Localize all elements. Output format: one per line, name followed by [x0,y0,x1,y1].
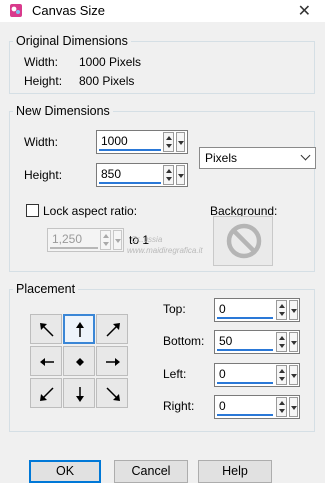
top-input[interactable]: 0 [219,302,226,316]
top-dropdown[interactable] [289,300,298,320]
aspect-ratio-input[interactable]: 1,250 [52,232,82,246]
height-input[interactable]: 850 [101,167,121,181]
chevron-down-icon [300,150,311,161]
aspect-ratio-spinbox[interactable]: 1,250 [47,228,124,252]
top-spinbox[interactable]: 0 [214,298,300,322]
bottom-label: Bottom: [163,334,205,348]
app-icon [10,4,22,17]
anchor-bottom-center-button[interactable] [63,378,95,408]
original-width-value: 1000 Pixels [79,55,142,69]
arrow-left-icon [40,358,54,366]
right-stepper[interactable] [276,397,287,417]
anchor-bottom-right-button[interactable] [96,378,128,408]
height-stepper[interactable] [163,165,174,185]
arrow-right-icon [106,358,120,366]
units-value: Pixels [205,151,238,165]
bottom-dropdown[interactable] [289,332,298,352]
top-stepper[interactable] [276,300,287,320]
anchor-top-right-button[interactable] [96,314,128,344]
anchor-bottom-left-button[interactable] [30,378,62,408]
right-dropdown[interactable] [289,397,298,417]
bottom-stepper[interactable] [276,332,287,352]
left-label: Left: [163,367,187,381]
anchor-middle-right-button[interactable] [96,346,128,376]
original-height-value: 800 Pixels [79,74,135,88]
height-spinbox[interactable]: 850 [96,163,188,187]
aspect-ratio-stepper[interactable] [100,230,111,250]
width-input[interactable]: 1000 [101,134,128,148]
original-width-label: Width: [24,55,59,69]
window-title: Canvas Size [32,3,105,18]
arrow-down-left-icon [40,387,54,401]
close-icon[interactable]: ✕ [298,1,311,21]
arrow-down-icon [76,387,84,402]
arrow-up-right-icon [106,323,120,337]
lock-aspect-label: Lock aspect ratio: [43,204,138,218]
anchor-center-button[interactable] [63,346,95,376]
left-spinbox[interactable]: 0 [214,363,300,387]
anchor-top-center-button[interactable] [63,314,95,344]
units-select[interactable]: Pixels [199,147,316,169]
height-dropdown[interactable] [176,165,185,185]
width-spinbox[interactable]: 1000 [96,130,188,154]
width-stepper[interactable] [163,132,174,152]
ok-button[interactable]: OK [29,460,101,483]
lock-aspect-checkbox[interactable] [26,204,39,217]
right-input[interactable]: 0 [219,399,226,413]
title-bar: Canvas Size ✕ [0,0,325,22]
placement-legend: Placement [16,282,76,296]
bottom-spinbox[interactable]: 50 [214,330,300,354]
width-dropdown[interactable] [176,132,185,152]
right-spinbox[interactable]: 0 [214,395,300,419]
left-dropdown[interactable] [289,365,298,385]
anchor-top-left-button[interactable] [30,314,62,344]
watermark-line-2: www.maidiregrafica.it [127,246,203,255]
arrow-up-left-icon [40,323,54,337]
width-label: Width: [24,135,59,149]
original-dimensions-legend: Original Dimensions [16,34,128,48]
bottom-input[interactable]: 50 [219,334,232,348]
aspect-ratio-dropdown[interactable] [113,230,122,250]
height-label: Height: [24,168,63,182]
anchor-middle-left-button[interactable] [30,346,62,376]
center-diamond-icon [76,358,84,366]
help-button[interactable]: Help [198,460,272,483]
watermark-line-1: Cr..ussia [131,235,163,244]
top-label: Top: [163,302,186,316]
new-dimensions-legend: New Dimensions [16,104,110,118]
right-label: Right: [163,399,195,413]
left-input[interactable]: 0 [219,367,226,381]
arrow-down-right-icon [106,387,120,401]
original-height-label: Height: [24,74,63,88]
arrow-up-icon [76,322,84,337]
cancel-button[interactable]: Cancel [114,460,188,483]
left-stepper[interactable] [276,365,287,385]
